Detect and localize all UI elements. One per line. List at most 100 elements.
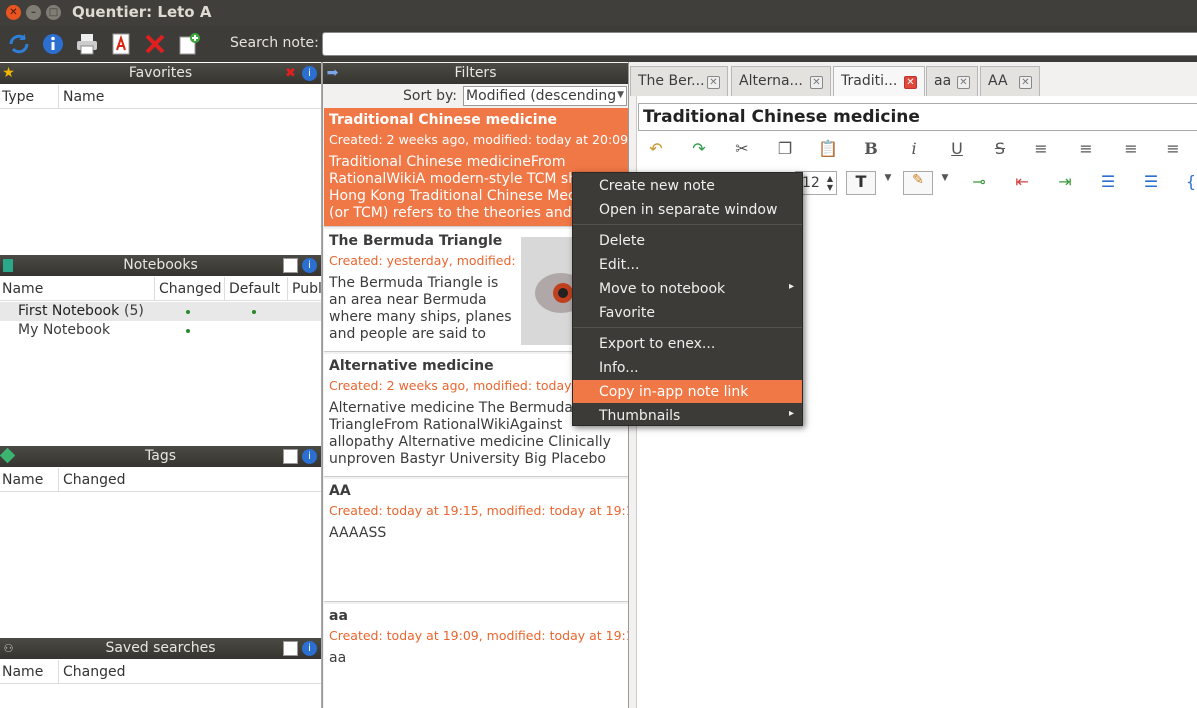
export-pdf-icon[interactable] [109, 32, 133, 56]
align-right-icon[interactable]: ≡ [1120, 139, 1142, 161]
background-color-button[interactable]: ✎ [903, 171, 933, 195]
notebooks-columns: Name Changed Default Publ [0, 277, 322, 301]
align-left-icon[interactable]: ≡ [1030, 139, 1052, 161]
add-saved-search-icon[interactable] [283, 641, 298, 656]
menu-item-export-to-enex[interactable]: Export to enex... [573, 332, 802, 355]
cut-icon[interactable]: ✂ [731, 139, 753, 161]
arrow-right-icon[interactable]: ➡ [325, 66, 340, 81]
paste-icon[interactable]: 📋 [817, 139, 839, 161]
close-tab-icon[interactable]: ✕ [707, 76, 720, 89]
maximize-window-button[interactable]: □ [46, 5, 61, 20]
menu-item-open-separate-window[interactable]: Open in separate window [573, 198, 802, 221]
sort-select[interactable]: Modified (descending ▼ [463, 86, 627, 106]
col-type[interactable]: Type [0, 89, 34, 109]
bold-icon[interactable]: B [860, 139, 882, 161]
menu-item-delete[interactable]: Delete [573, 229, 802, 252]
copy-icon[interactable]: ❐ [774, 139, 796, 161]
menu-item-info[interactable]: Info... [573, 356, 802, 379]
text-color-button[interactable]: T [846, 171, 876, 195]
info-icon[interactable]: i [302, 449, 317, 464]
menu-separator [573, 327, 802, 328]
insert-horizontal-line-icon[interactable]: ⊸ [968, 172, 990, 194]
ordered-list-icon[interactable]: ☰ [1097, 172, 1119, 194]
menu-item-copy-in-app-note-link[interactable]: Copy in-app note link [573, 380, 802, 403]
menu-item-edit[interactable]: Edit... [573, 253, 802, 276]
note-item[interactable]: AA Created: today at 19:15, modified: to… [324, 479, 628, 602]
close-tab-icon[interactable]: ✕ [904, 76, 917, 89]
col-name[interactable]: Name [0, 472, 43, 492]
print-icon[interactable] [75, 32, 99, 56]
saved-searches-title: Saved searches [105, 640, 216, 656]
chevron-down-icon[interactable]: ▼ [934, 173, 956, 195]
col-name[interactable]: Name [0, 281, 43, 301]
menu-item-favorite[interactable]: Favorite [573, 301, 802, 324]
search-label: Search note: [230, 35, 319, 51]
col-changed[interactable]: Changed [61, 472, 126, 492]
add-notebook-icon[interactable] [283, 258, 298, 273]
spinner-arrows-icon[interactable]: ▲ ▼ [827, 174, 833, 192]
chevron-down-icon: ▼ [617, 90, 624, 100]
window-titlebar: ✕ – □ Quentier: Leto A [0, 0, 1197, 26]
col-name[interactable]: Name [61, 89, 104, 109]
insert-code-icon[interactable]: { [1180, 172, 1197, 194]
minimize-window-button[interactable]: – [26, 5, 41, 20]
col-published[interactable]: Publ [290, 281, 322, 301]
menu-item-create-new-note[interactable]: Create new note [573, 174, 802, 197]
close-icon[interactable]: ✖ [283, 66, 298, 81]
filters-title: Filters [454, 65, 497, 81]
increase-indent-icon[interactable]: ⇥ [1054, 172, 1076, 194]
strikethrough-icon[interactable]: S [989, 139, 1011, 161]
binoculars-icon: ⚇ [3, 642, 14, 655]
menu-item-thumbnails[interactable]: Thumbnails ▸ [573, 404, 802, 427]
close-tab-icon[interactable]: ✕ [1019, 76, 1032, 89]
unordered-list-icon[interactable]: ☰ [1140, 172, 1162, 194]
note-title: AA [329, 483, 351, 499]
tab-note[interactable]: The Ber... ✕ [630, 66, 728, 96]
menu-item-label: Create new note [599, 178, 715, 194]
col-separator [224, 277, 225, 301]
col-default[interactable]: Default [227, 281, 280, 301]
notebook-row[interactable]: First Notebook (5) [0, 302, 321, 321]
note-title-field[interactable]: Traditional Chinese medicine [638, 103, 1197, 131]
tab-label: The Ber... [638, 73, 705, 89]
underline-icon[interactable]: U [946, 139, 968, 161]
default-indicator [252, 310, 256, 314]
note-item[interactable]: aa Created: today at 19:09, modified: to… [324, 604, 628, 708]
col-name[interactable]: Name [0, 664, 43, 684]
sort-label: Sort by: [403, 88, 458, 104]
add-tag-icon[interactable] [283, 449, 298, 464]
chevron-down-icon[interactable]: ▼ [877, 173, 899, 195]
tab-note[interactable]: AA ✕ [980, 66, 1040, 96]
tab-note[interactable]: Alterna... ✕ [731, 66, 831, 96]
undo-icon[interactable]: ↶ [645, 139, 667, 161]
col-changed[interactable]: Changed [61, 664, 126, 684]
info-icon[interactable]: i [302, 258, 317, 273]
align-center-icon[interactable]: ≡ [1075, 139, 1097, 161]
tag-icon [0, 447, 16, 464]
close-tab-icon[interactable]: ✕ [810, 76, 823, 89]
filters-header: ➡ Filters [323, 63, 628, 84]
saved-searches-columns: Name Changed [0, 660, 321, 684]
redo-icon[interactable]: ↷ [688, 139, 710, 161]
menu-item-move-to-notebook[interactable]: Move to notebook ▸ [573, 277, 802, 300]
info-icon[interactable]: i [302, 641, 317, 656]
italic-icon[interactable]: i [903, 139, 925, 161]
info-icon[interactable] [41, 32, 65, 56]
delete-note-icon[interactable] [143, 32, 167, 56]
decrease-indent-icon[interactable]: ⇤ [1011, 172, 1033, 194]
tab-note[interactable]: aa ✕ [926, 66, 978, 96]
tab-note-active[interactable]: Traditi... ✕ [833, 66, 925, 96]
col-changed[interactable]: Changed [157, 281, 222, 301]
submenu-arrow-icon: ▸ [788, 281, 794, 292]
new-note-icon[interactable] [177, 32, 201, 56]
close-window-button[interactable]: ✕ [6, 5, 21, 20]
search-note-input[interactable] [322, 32, 1197, 56]
info-icon[interactable]: i [302, 66, 317, 81]
submenu-arrow-icon: ▸ [788, 408, 794, 419]
menu-item-label: Export to enex... [599, 336, 716, 352]
sync-icon[interactable] [7, 32, 31, 56]
close-tab-icon[interactable]: ✕ [957, 76, 970, 89]
notebook-row[interactable]: My Notebook [0, 321, 321, 340]
tags-columns: Name Changed [0, 468, 321, 492]
align-justify-icon[interactable]: ≡ [1162, 139, 1184, 161]
